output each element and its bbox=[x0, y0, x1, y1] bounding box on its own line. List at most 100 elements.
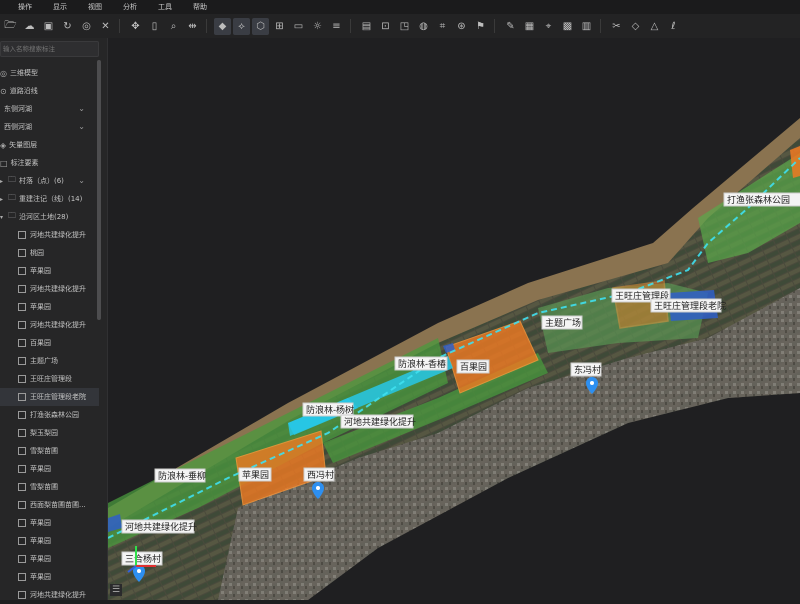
tree-item[interactable]: 河地共建绿化提升 bbox=[0, 586, 99, 604]
chevron-down-icon[interactable]: ⌄ bbox=[78, 104, 85, 113]
tree-item[interactable]: 主题广场 bbox=[0, 352, 99, 370]
tree-item[interactable]: 苹果园 bbox=[0, 514, 99, 532]
label-apple[interactable]: 苹果园 bbox=[238, 467, 272, 482]
menu-item[interactable]: 工具 bbox=[140, 2, 175, 12]
label-hedi2[interactable]: 河地共建绿化提升 bbox=[121, 519, 197, 534]
compass-icon[interactable]: ⊛ bbox=[453, 18, 470, 35]
warning-icon[interactable]: △ bbox=[646, 18, 663, 35]
scissors-icon[interactable]: ✂ bbox=[608, 18, 625, 35]
folder-open-icon[interactable]: 🗁 bbox=[2, 18, 19, 35]
tree-item[interactable]: 西侧河湖 ⌄ bbox=[0, 118, 99, 136]
tree-item[interactable]: 苹果园 bbox=[0, 460, 99, 478]
tree-item[interactable]: 东侧河湖 ⌄ bbox=[0, 100, 99, 118]
label-hedi1[interactable]: 河地共建绿化提升 bbox=[340, 414, 416, 429]
tree-item[interactable]: ◈ 矢量图层 bbox=[0, 136, 99, 154]
tree-item[interactable]: 雪梨苗圃 bbox=[0, 478, 99, 496]
label-fanglin3[interactable]: 防浪林-垂柳 bbox=[154, 468, 206, 483]
label-fanglin1[interactable]: 防浪林-香椿 bbox=[394, 356, 448, 371]
chevron-down-icon[interactable]: ⌄ bbox=[78, 176, 85, 185]
expand-icon[interactable]: ▸ bbox=[0, 196, 6, 203]
globe-icon[interactable]: ◍ bbox=[415, 18, 432, 35]
table-icon[interactable]: ▥ bbox=[578, 18, 595, 35]
menu-item[interactable]: 操作 bbox=[0, 2, 35, 12]
menu-item[interactable]: 视图 bbox=[70, 2, 105, 12]
chevron-down-icon[interactable]: ⌄ bbox=[78, 122, 85, 131]
move-icon[interactable]: ✥ bbox=[127, 18, 144, 35]
tree-item[interactable]: ⊙ 道路沿线 bbox=[0, 82, 99, 100]
refresh-icon[interactable]: ↻ bbox=[59, 18, 76, 35]
tree-item[interactable]: ▾ 🗀 沿河区土地(28) bbox=[0, 208, 99, 226]
visibility-checkbox[interactable] bbox=[18, 483, 26, 491]
visibility-checkbox[interactable] bbox=[18, 465, 26, 473]
save-icon[interactable]: ▣ bbox=[40, 18, 57, 35]
close-icon[interactable]: ✕ bbox=[97, 18, 114, 35]
shapes-icon[interactable]: ◇ bbox=[627, 18, 644, 35]
tree-item[interactable]: ▸ 🗀 村落（点）(6) ⌄ bbox=[0, 172, 99, 190]
tree-item[interactable]: 河地共建绿化提升 bbox=[0, 280, 99, 298]
frame-icon[interactable]: ⊞ bbox=[271, 18, 288, 35]
label-fanglin2[interactable]: 防浪林-杨树 bbox=[302, 402, 354, 417]
map-viewport[interactable]: 打渔张森林公园 王旺庄管理段 王旺庄管理段老院 主题广场 东冯村 百果园 防浪林… bbox=[108, 38, 800, 600]
tree-item[interactable]: 苹果园 bbox=[0, 298, 99, 316]
tree-item[interactable]: ◎ 三维模型 bbox=[0, 64, 99, 82]
polygon-icon[interactable]: ⬡ bbox=[252, 17, 269, 35]
visibility-checkbox[interactable] bbox=[18, 393, 26, 401]
sun-icon[interactable]: ☼ bbox=[309, 18, 326, 35]
tree-item[interactable]: 苹果园 bbox=[0, 532, 99, 550]
visibility-checkbox[interactable] bbox=[18, 303, 26, 311]
visibility-checkbox[interactable] bbox=[18, 501, 26, 509]
pin-icon[interactable]: ⌖ bbox=[540, 18, 557, 35]
visibility-checkbox[interactable] bbox=[18, 591, 26, 599]
focus-icon[interactable]: ⊡ bbox=[377, 18, 394, 35]
search-input[interactable] bbox=[0, 41, 99, 57]
measure-icon[interactable]: ⇹ bbox=[184, 18, 201, 35]
visibility-checkbox[interactable] bbox=[18, 573, 26, 581]
label-mgmt-old[interactable]: 王旺庄管理段老院 bbox=[650, 298, 726, 313]
label-village2[interactable]: 西冯村 bbox=[303, 467, 335, 482]
visibility-checkbox[interactable] bbox=[18, 411, 26, 419]
expand-icon[interactable]: ▸ bbox=[0, 178, 6, 185]
visibility-checkbox[interactable] bbox=[18, 285, 26, 293]
tree-item[interactable]: 桃园 bbox=[0, 244, 99, 262]
visibility-checkbox[interactable] bbox=[18, 267, 26, 275]
document-icon[interactable]: ▯ bbox=[146, 18, 163, 35]
label-park[interactable]: 打渔张森林公园 bbox=[723, 192, 800, 207]
label-plaza[interactable]: 主题广场 bbox=[541, 315, 583, 330]
visibility-checkbox[interactable] bbox=[18, 249, 26, 257]
sliders-icon[interactable]: ≡ bbox=[328, 18, 345, 35]
tree-item[interactable]: □ 标注要素 bbox=[0, 154, 99, 172]
tree-item[interactable]: 王旺庄管理段 bbox=[0, 370, 99, 388]
menu-item[interactable]: 帮助 bbox=[175, 2, 210, 12]
zoom-icon[interactable]: ⌕ bbox=[165, 18, 182, 35]
tree-item[interactable]: 百果园 bbox=[0, 334, 99, 352]
tree-item[interactable]: 王旺庄管理段老院 bbox=[0, 388, 99, 406]
visibility-checkbox[interactable] bbox=[18, 447, 26, 455]
cloud-icon[interactable]: ☁ bbox=[21, 18, 38, 35]
edit-icon[interactable]: ✎ bbox=[502, 18, 519, 35]
visibility-checkbox[interactable] bbox=[18, 231, 26, 239]
visibility-checkbox[interactable] bbox=[18, 321, 26, 329]
crop-icon[interactable]: ⌗ bbox=[434, 18, 451, 35]
visibility-checkbox[interactable] bbox=[18, 429, 26, 437]
tree-item[interactable]: 梨玉梨园 bbox=[0, 424, 99, 442]
label-village1[interactable]: 东冯村 bbox=[570, 362, 602, 377]
tree-item[interactable]: ▸ 🗀 重建注记（线）(14) bbox=[0, 190, 99, 208]
label-baiguo[interactable]: 百果园 bbox=[456, 359, 490, 374]
tree-item[interactable]: 雪梨苗圃 bbox=[0, 442, 99, 460]
expand-icon[interactable]: ▾ bbox=[0, 214, 6, 221]
map-canvas[interactable]: 打渔张森林公园 王旺庄管理段 王旺庄管理段老院 主题广场 东冯村 百果园 防浪林… bbox=[108, 38, 800, 600]
tree-item[interactable]: 打渔张森林公园 bbox=[0, 406, 99, 424]
visibility-checkbox[interactable] bbox=[18, 537, 26, 545]
tree-item[interactable]: 苹果园 bbox=[0, 568, 99, 586]
grid-icon[interactable]: ▩ bbox=[559, 18, 576, 35]
visibility-checkbox[interactable] bbox=[18, 519, 26, 527]
tree-item[interactable]: 苹果园 bbox=[0, 262, 99, 280]
monitor-icon[interactable]: ▭ bbox=[290, 18, 307, 35]
label-village3[interactable]: 三合杨村 bbox=[121, 551, 163, 566]
node-icon[interactable]: ⟡ bbox=[233, 17, 250, 35]
brush-icon[interactable]: ℓ bbox=[665, 18, 682, 35]
window-icon[interactable]: ◳ bbox=[396, 18, 413, 35]
visibility-checkbox[interactable] bbox=[18, 555, 26, 563]
tree-item[interactable]: 河地共建绿化提升 bbox=[0, 226, 99, 244]
flag-icon[interactable]: ⚑ bbox=[472, 18, 489, 35]
